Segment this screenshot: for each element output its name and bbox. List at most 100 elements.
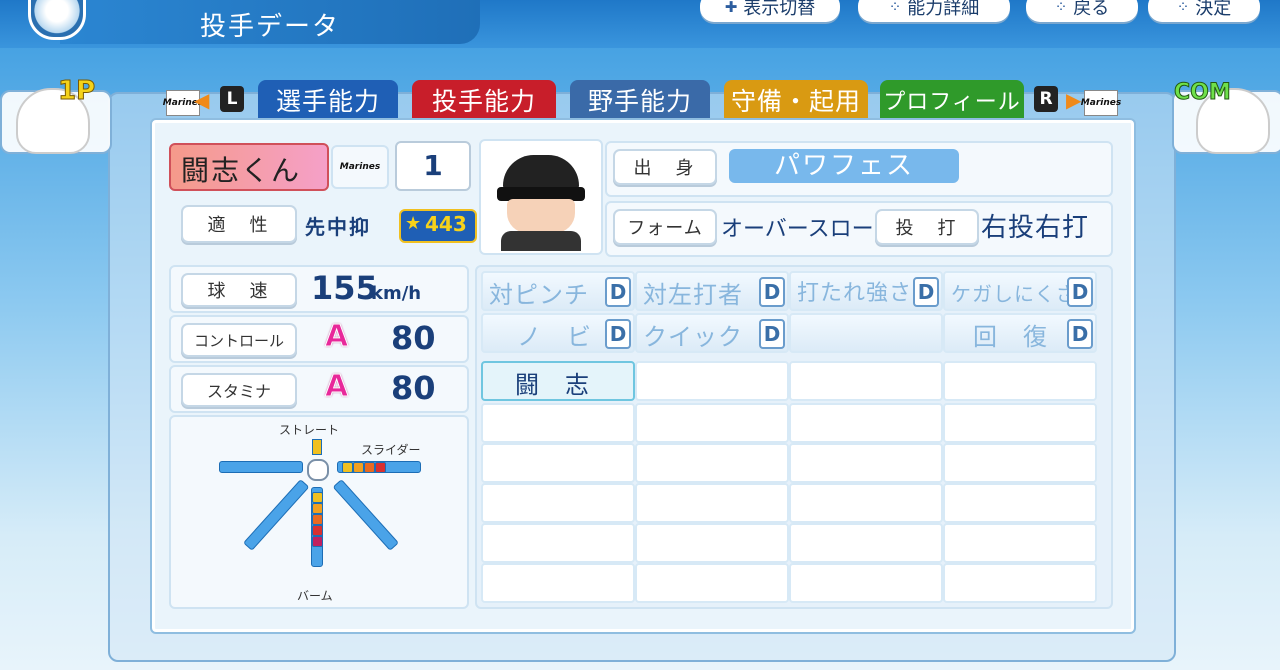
team-logo-icon: Marines <box>1081 90 1121 116</box>
uniform-number: 1 <box>423 149 443 182</box>
tab-profile[interactable]: プロフィール <box>880 80 1024 120</box>
slider-level-segment <box>364 462 375 473</box>
toggle-display-button[interactable]: ✚ 表示切替 <box>700 0 840 22</box>
skill-cell[interactable]: クイック D <box>635 313 789 353</box>
1p-badge: 1P <box>57 76 96 107</box>
palm-level-segment <box>312 503 323 514</box>
origin-value: パワフェス <box>729 149 959 183</box>
bat-label: 投 打 <box>875 209 979 245</box>
stamina-label: スタミナ <box>181 373 297 407</box>
skill-cell[interactable] <box>635 563 789 603</box>
star-icon: ★ <box>405 213 422 234</box>
control-grade: A <box>324 319 349 355</box>
skill-cell[interactable] <box>789 443 943 483</box>
skill-cell[interactable]: 回 復D <box>943 313 1097 353</box>
triple-dots-icon: ⁘ <box>1054 0 1068 16</box>
confirm-button[interactable]: ⁘ 決定 <box>1148 0 1260 22</box>
skill-cell[interactable] <box>789 483 943 523</box>
slider-label: スライダー <box>361 443 421 457</box>
palm-level-segment <box>312 525 323 536</box>
skill-cell[interactable] <box>943 483 1097 523</box>
skill-cell[interactable]: ノ ビD <box>481 313 635 353</box>
cross-arrows-icon: ✚ <box>724 0 738 16</box>
form-value: オーバースロー1 <box>721 217 888 242</box>
tab-defense-usage[interactable]: 守備・起用 <box>724 80 868 120</box>
skill-cell[interactable] <box>635 443 789 483</box>
stamina-grade: A <box>324 369 349 405</box>
skill-cell[interactable] <box>635 483 789 523</box>
aptitude-label: 適 性 <box>181 205 297 243</box>
key-l[interactable]: L <box>220 86 244 112</box>
velocity-unit: km/h <box>371 283 422 304</box>
cap-icon <box>503 155 579 189</box>
skill-cell[interactable] <box>481 563 635 603</box>
skill-cell[interactable]: 対左打者 D <box>635 271 789 311</box>
pitch-chart: ストレート スライダー バーム <box>169 415 469 609</box>
player-name-plate: 闘志くん <box>169 143 329 191</box>
skill-cell[interactable] <box>943 403 1097 443</box>
triple-dots-icon: ⁘ <box>888 0 902 16</box>
skill-cell[interactable] <box>943 361 1097 401</box>
palm-arm <box>311 487 323 567</box>
aptitude-value: 先中抑 <box>305 215 371 239</box>
skill-cell[interactable] <box>635 361 789 401</box>
main-panel: 闘志くん Marines 1 適 性 先中抑 ★ 443 出 身 パワフェス フ… <box>152 120 1134 632</box>
slider-level-segment <box>353 462 364 473</box>
skill-cell[interactable] <box>789 563 943 603</box>
arrow-left-icon[interactable]: ◀ <box>194 88 209 112</box>
slider-level-segment <box>375 462 386 473</box>
control-value: 80 <box>391 319 436 357</box>
palm-level-segment <box>312 492 323 503</box>
arrow-right-icon[interactable]: ▶ <box>1066 88 1081 112</box>
face-icon <box>507 199 575 233</box>
bat-value: 右投右打 <box>981 213 1090 243</box>
skill-cell[interactable] <box>943 523 1097 563</box>
skill-cell[interactable]: 対ピンチ D <box>481 271 635 311</box>
skill-cell[interactable] <box>789 523 943 563</box>
skill-cell[interactable] <box>943 563 1097 603</box>
triple-dots-icon: ⁘ <box>1176 0 1190 16</box>
origin-label: 出 身 <box>613 149 717 185</box>
rating-value: 443 <box>425 212 467 236</box>
ball-icon <box>307 459 329 481</box>
form-label: フォーム <box>613 209 717 245</box>
palm-label: バーム <box>297 589 333 603</box>
tab-pitcher-ability[interactable]: 投手能力 <box>412 80 556 120</box>
skill-cell[interactable] <box>635 523 789 563</box>
skill-cell[interactable] <box>481 403 635 443</box>
skill-cell[interactable] <box>481 523 635 563</box>
velocity-label: 球 速 <box>181 273 297 307</box>
skill-cell[interactable] <box>789 403 943 443</box>
velocity-value: 155 <box>311 269 378 307</box>
back-button[interactable]: ⁘ 戻る <box>1026 0 1138 22</box>
skills-grid: 対ピンチ D 対左打者 D 打たれ強さ D ケガしにくさ D ノ ビD クイック D 回 … <box>475 265 1113 609</box>
skill-cell[interactable]: ケガしにくさ D <box>943 271 1097 311</box>
palm-level-segment <box>312 536 323 547</box>
special-skill-cell[interactable]: 闘 志 <box>481 361 635 401</box>
straight-bar <box>312 439 322 455</box>
skill-cell[interactable] <box>481 443 635 483</box>
key-r[interactable]: R <box>1034 86 1058 112</box>
straight-label: ストレート <box>279 423 340 437</box>
skill-cell[interactable] <box>635 403 789 443</box>
skill-cell[interactable] <box>789 361 943 401</box>
uniform-icon <box>501 231 581 251</box>
rating-badge: ★ 443 <box>399 209 477 243</box>
stamina-value: 80 <box>391 369 436 407</box>
com-badge: COM <box>1174 80 1232 106</box>
sinker-arm <box>242 478 310 551</box>
ability-detail-button[interactable]: ⁘ 能力詳細 <box>858 0 1010 22</box>
uniform-number-plate: 1 <box>395 141 471 191</box>
skill-cell[interactable] <box>481 483 635 523</box>
skill-cell[interactable] <box>789 313 943 353</box>
shoot-arm <box>219 461 303 473</box>
skill-cell[interactable]: 打たれ強さ D <box>789 271 943 311</box>
curve-arm <box>332 478 400 551</box>
slider-level-segment <box>342 462 353 473</box>
slider-arm <box>337 461 421 473</box>
palm-level-segment <box>312 514 323 525</box>
tab-fielder-ability[interactable]: 野手能力 <box>570 80 710 120</box>
tab-player-ability[interactable]: 選手能力 <box>258 80 398 120</box>
control-label: コントロール <box>181 323 297 357</box>
skill-cell[interactable] <box>943 443 1097 483</box>
